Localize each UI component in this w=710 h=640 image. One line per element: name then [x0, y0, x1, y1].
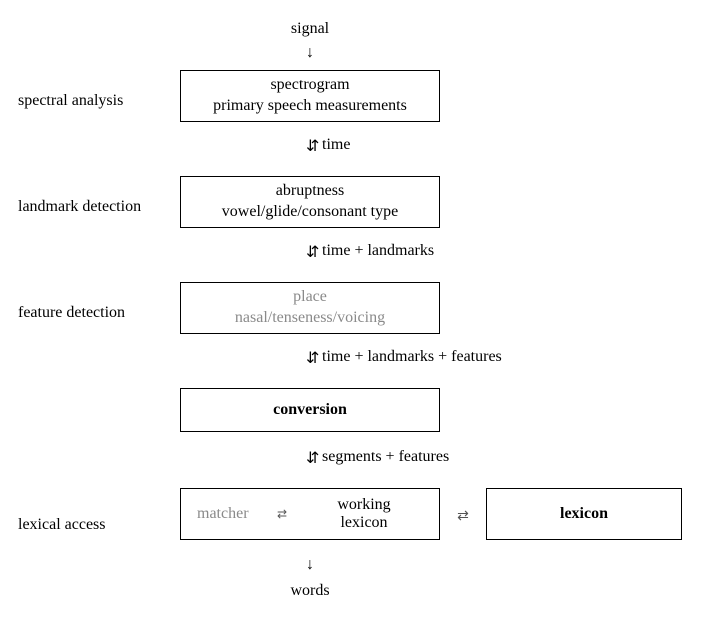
side-label-spectral: spectral analysis: [18, 92, 123, 110]
label-words: words: [270, 582, 350, 600]
box-landmark-detection: abruptness vowel/glide/consonant type: [180, 176, 440, 228]
arrow-lexical-words: ↓: [306, 556, 314, 574]
arrow-signal-down: ↓: [306, 44, 314, 62]
label-working-line1: working: [309, 496, 419, 514]
connector-time-landmarks-features: time + landmarks + features: [322, 348, 502, 366]
arrow-landmark-feature: ⇵: [306, 242, 314, 262]
box-landmark-l2: vowel/glide/consonant type: [222, 202, 398, 223]
connector-time: time: [322, 136, 350, 154]
box-feature-l1: place: [293, 287, 327, 308]
box-lexical-access: matcher ⇄ working lexicon: [180, 488, 440, 540]
arrow-spectral-landmark: ⇵: [306, 136, 314, 156]
label-matcher: matcher: [197, 505, 249, 523]
side-label-feature: feature detection: [18, 304, 125, 322]
label-working-line2: lexicon: [309, 514, 419, 532]
box-feature-l2: nasal/tenseness/voicing: [235, 308, 385, 329]
arrow-feature-conversion: ⇵: [306, 348, 314, 368]
speech-recognition-pipeline-diagram: signal ↓ spectral analysis landmark dete…: [10, 20, 700, 620]
side-label-lexical: lexical access: [18, 516, 106, 534]
connector-segments-features: segments + features: [322, 448, 449, 466]
arrow-conversion-lexical: ⇵: [306, 448, 314, 468]
box-conversion-l1: conversion: [273, 400, 347, 421]
box-feature-detection: place nasal/tenseness/voicing: [180, 282, 440, 334]
label-working-lexicon: working lexicon: [309, 496, 419, 532]
box-spectral-l2: primary speech measurements: [213, 96, 407, 117]
connector-time-landmarks: time + landmarks: [322, 242, 434, 260]
arrow-lexbox-lexicon: ⇄: [450, 508, 476, 525]
box-spectral-l1: spectrogram: [270, 75, 349, 96]
arrow-matcher-working: ⇄: [277, 507, 287, 522]
label-signal: signal: [270, 20, 350, 38]
box-conversion: conversion: [180, 388, 440, 432]
box-spectral-analysis: spectrogram primary speech measurements: [180, 70, 440, 122]
box-lexicon: lexicon: [486, 488, 682, 540]
box-lexicon-l1: lexicon: [560, 504, 608, 525]
side-label-landmark: landmark detection: [18, 198, 141, 216]
box-landmark-l1: abruptness: [276, 181, 344, 202]
